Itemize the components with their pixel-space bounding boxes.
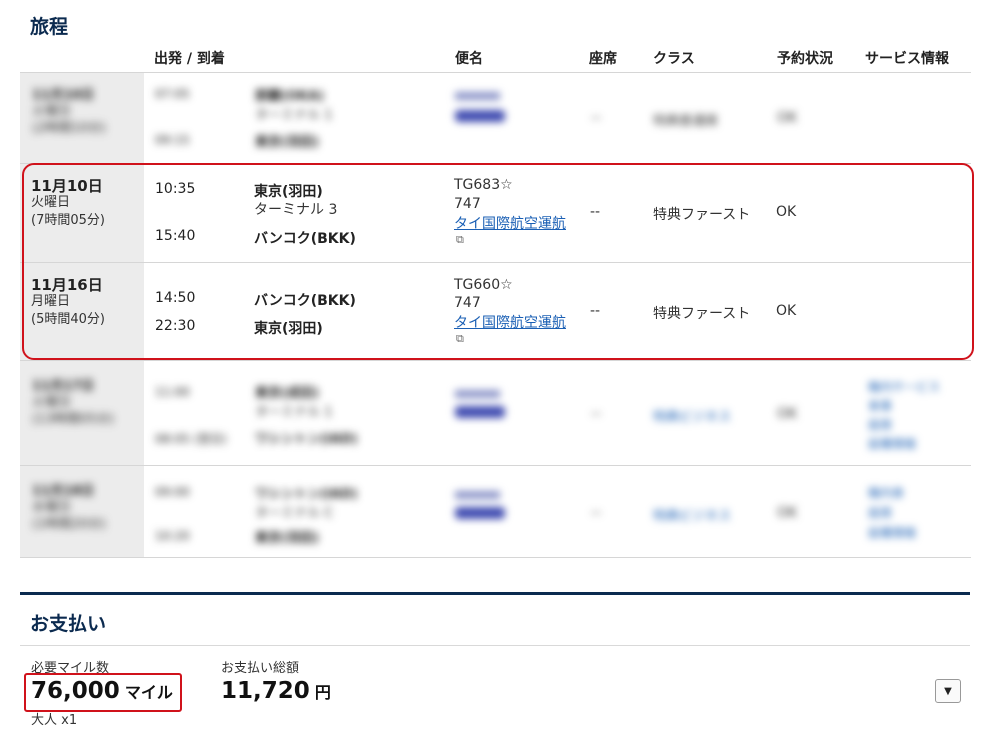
segment-duration: (13時間05分) <box>32 412 115 427</box>
class-value: 特典ビジネス <box>653 509 732 524</box>
status-value: OK <box>777 406 798 422</box>
blurred-segment-row: 11月10日 火曜日 (2時間10分) 07:05 那覇(OKA) ターミナル … <box>0 0 990 163</box>
departure-time: 11:00 <box>155 385 190 399</box>
section-divider <box>20 645 970 646</box>
class-value: 特典ビジネス <box>653 410 732 425</box>
arrival-time: 10:20 <box>155 529 190 543</box>
status-value: OK <box>777 110 798 126</box>
total-amount: 11,720 円 <box>221 678 331 704</box>
service-link[interactable]: 設備情報 <box>868 435 940 454</box>
service-link[interactable]: 機内食 <box>868 483 916 503</box>
segment-date: 11月18日 <box>32 484 95 499</box>
service-link[interactable]: 座席 <box>868 416 940 435</box>
miles-value: 76,000 <box>31 678 120 704</box>
section-divider <box>20 592 970 595</box>
departure-time: 09:00 <box>155 485 190 499</box>
segment-date: 11月17日 <box>32 379 95 394</box>
service-link[interactable]: 座席 <box>868 503 916 523</box>
total-unit: 円 <box>314 683 331 702</box>
segment-date: 11月10日 <box>32 88 95 103</box>
departure-time: 07:05 <box>155 87 190 101</box>
arrival-city: 東京(羽田) <box>255 531 319 546</box>
chevron-down-icon: ▼ <box>944 685 952 697</box>
miles-amount: 76,000 マイル <box>31 678 173 704</box>
blurred-segment-row: 11月17日 火曜日 (13時間05分) 11:00 東京(成田) ターミナル … <box>0 360 990 465</box>
airline-logo <box>455 92 500 100</box>
service-info-links[interactable]: 機内食 座席 設備情報 <box>868 483 916 543</box>
segment-highlight <box>22 163 974 360</box>
miles-unit: マイル <box>124 683 173 702</box>
seat-value: -- <box>591 505 602 521</box>
service-link[interactable]: 食事 <box>868 397 940 416</box>
segment-weekday: 火曜日 <box>32 104 72 119</box>
departure-terminal: ターミナル C <box>255 506 334 521</box>
expand-details-button[interactable]: ▼ <box>935 679 961 703</box>
payment-title: お支払い <box>30 613 107 635</box>
total-label: お支払い総額 <box>221 661 300 676</box>
airline-logo <box>455 110 505 122</box>
airline-logo <box>455 406 505 418</box>
airline-logo <box>455 491 500 499</box>
segment-weekday: 火曜日 <box>32 395 72 410</box>
departure-terminal: ターミナル 1 <box>255 108 333 123</box>
departure-terminal: ターミナル 1 <box>255 405 333 420</box>
arrival-time: 09:15 <box>155 133 190 147</box>
segment-duration: (2時間10分) <box>32 121 106 136</box>
total-value: 11,720 <box>221 678 310 704</box>
airline-logo <box>455 507 505 519</box>
departure-city: 東京(成田) <box>255 386 319 401</box>
airline-logo <box>455 390 500 398</box>
row-divider <box>20 557 971 558</box>
segment-duration: (1時間20分) <box>32 517 106 532</box>
blurred-segment-row: 11月18日 水曜日 (1時間20分) 09:00 ワシントン(IAD) ターミ… <box>0 465 990 557</box>
arrival-city: ワシントン(IAD) <box>255 432 358 447</box>
arrival-city: 東京(羽田) <box>255 135 319 150</box>
service-info-links[interactable]: 機内サービス 食事 座席 設備情報 <box>868 378 940 454</box>
passenger-count: 大人 x1 <box>31 713 78 728</box>
arrival-time: 08:05 (翌日) <box>155 432 227 446</box>
class-value: 特典普通席 <box>653 114 719 129</box>
departure-city: ワシントン(IAD) <box>255 487 358 502</box>
service-link[interactable]: 機内サービス <box>868 378 940 397</box>
status-value: OK <box>777 505 798 521</box>
departure-city: 那覇(OKA) <box>255 89 325 104</box>
segment-weekday: 水曜日 <box>32 500 72 515</box>
service-link[interactable]: 設備情報 <box>868 523 916 543</box>
seat-value: -- <box>591 110 602 126</box>
seat-value: -- <box>591 406 602 422</box>
